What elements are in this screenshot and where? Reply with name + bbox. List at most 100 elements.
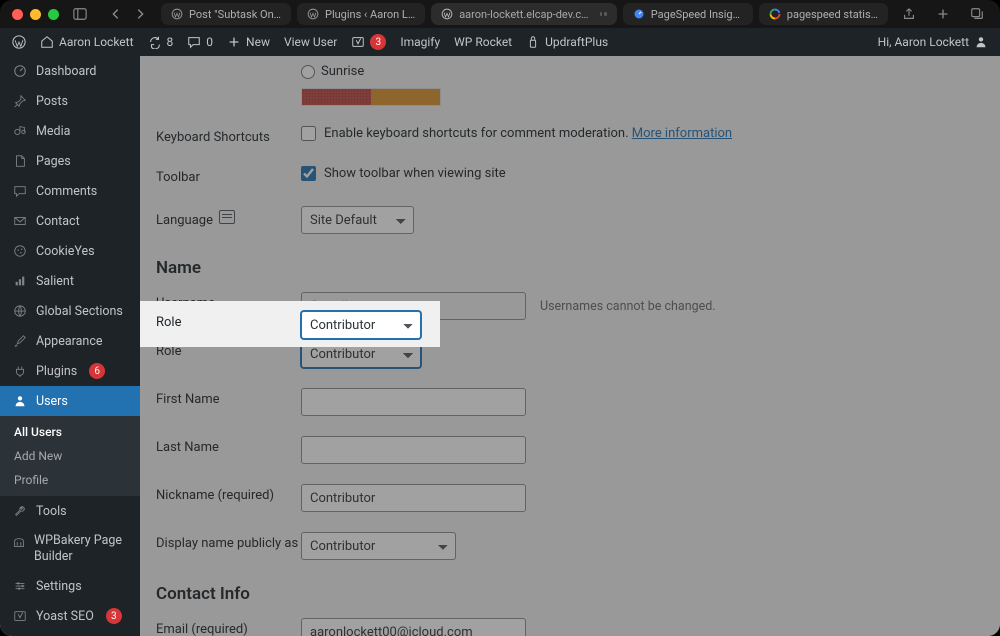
sidebar-item-wpbakery[interactable]: WPBakery Page Builder bbox=[0, 526, 140, 571]
sidebar-item-pages[interactable]: Pages bbox=[0, 146, 140, 176]
salient-icon bbox=[12, 273, 28, 289]
dashboard-icon bbox=[12, 63, 28, 79]
lastname-input[interactable] bbox=[301, 436, 526, 464]
minimize-window-icon[interactable] bbox=[30, 9, 41, 20]
browser-tab[interactable]: Post "Subtask On… bbox=[161, 3, 291, 25]
sidebar-item-media[interactable]: Media bbox=[0, 116, 140, 146]
color-scheme-radio[interactable] bbox=[301, 65, 315, 79]
role-label: Role bbox=[156, 340, 301, 359]
page-icon bbox=[12, 153, 28, 169]
sidebar-item-label: Salient bbox=[36, 274, 74, 289]
globe-icon bbox=[12, 303, 28, 319]
adminbar-howdy[interactable]: Hi, Aaron Lockett bbox=[878, 28, 988, 56]
adminbar-wprocket[interactable]: WP Rocket bbox=[454, 28, 512, 56]
toolbar-checkbox-wrap[interactable]: Show toolbar when viewing site bbox=[301, 166, 506, 181]
contact-heading: Contact Info bbox=[156, 570, 1000, 608]
admin-sidebar: Dashboard Posts Media Pages Comments Con… bbox=[0, 56, 140, 636]
sidebar-item-label: Posts bbox=[36, 94, 68, 109]
submenu-profile[interactable]: Profile bbox=[0, 468, 140, 492]
adminbar-updates[interactable]: 8 bbox=[148, 28, 174, 56]
pagespeed-favicon-icon bbox=[633, 8, 645, 20]
adminbar-wp-logo[interactable] bbox=[12, 28, 26, 56]
howdy-label: Hi, Aaron Lockett bbox=[878, 35, 969, 49]
adminbar-imagify[interactable]: Imagify bbox=[400, 28, 440, 56]
sidebar-toggle-icon[interactable] bbox=[69, 4, 91, 24]
wp-adminbar: Aaron Lockett 8 0 New View User 3 Imagif… bbox=[0, 28, 1000, 56]
cookie-icon bbox=[12, 243, 28, 259]
adminbar-comments[interactable]: 0 bbox=[187, 28, 213, 56]
browser-chrome: Post "Subtask On… Plugins ‹ Aaron L… aar… bbox=[0, 0, 1000, 28]
sidebar-item-label: Media bbox=[36, 124, 70, 139]
sidebar-item-label: WPBakery Page Builder bbox=[34, 533, 128, 564]
shortcuts-label: Keyboard Shortcuts bbox=[156, 126, 301, 145]
view-user-label: View User bbox=[284, 35, 337, 49]
toolbar-checkbox[interactable] bbox=[301, 166, 316, 181]
new-tab-icon[interactable] bbox=[932, 4, 954, 24]
toolbar-checkbox-label: Show toolbar when viewing site bbox=[324, 166, 506, 181]
username-input bbox=[301, 292, 526, 320]
sidebar-item-comments[interactable]: Comments bbox=[0, 176, 140, 206]
close-window-icon[interactable] bbox=[12, 9, 23, 20]
users-submenu: All Users Add New Profile bbox=[0, 416, 140, 496]
name-heading: Name bbox=[156, 244, 1000, 282]
sidebar-item-global[interactable]: Global Sections bbox=[0, 296, 140, 326]
sidebar-item-appearance[interactable]: Appearance bbox=[0, 326, 140, 356]
displayname-select[interactable]: Contributor bbox=[301, 532, 456, 560]
nav-forward-icon[interactable] bbox=[129, 4, 151, 24]
translate-icon bbox=[219, 210, 235, 224]
firstname-input[interactable] bbox=[301, 388, 526, 416]
sidebar-item-label: Tools bbox=[36, 504, 67, 519]
sidebar-item-tools[interactable]: Tools bbox=[0, 496, 140, 526]
comments-count: 0 bbox=[206, 35, 213, 49]
email-input[interactable] bbox=[301, 618, 526, 636]
adminbar-view-user[interactable]: View User bbox=[284, 28, 337, 56]
sidebar-item-yoast[interactable]: Yoast SEO3 bbox=[0, 601, 140, 631]
nickname-input[interactable] bbox=[301, 484, 526, 512]
sidebar-item-plugins[interactable]: Plugins6 bbox=[0, 356, 140, 386]
nav-back-icon[interactable] bbox=[105, 4, 127, 24]
wordpress-favicon-icon bbox=[307, 8, 319, 20]
wordpress-favicon-icon bbox=[441, 8, 453, 20]
sidebar-item-label: Dashboard bbox=[36, 64, 96, 79]
google-favicon-icon bbox=[769, 8, 781, 20]
adminbar-site-name[interactable]: Aaron Lockett bbox=[40, 28, 134, 56]
role-select[interactable]: Contributor bbox=[301, 340, 421, 368]
tab-overview-icon[interactable] bbox=[966, 4, 988, 24]
submenu-add-new[interactable]: Add New bbox=[0, 444, 140, 468]
browser-tab[interactable]: Plugins ‹ Aaron L… bbox=[297, 3, 425, 25]
sidebar-item-users[interactable]: Users bbox=[0, 386, 140, 416]
media-icon bbox=[12, 123, 28, 139]
adminbar-new[interactable]: New bbox=[227, 28, 270, 56]
shortcuts-checkbox[interactable] bbox=[301, 126, 316, 141]
plug-icon bbox=[12, 363, 28, 379]
more-info-link[interactable]: More information bbox=[632, 126, 732, 141]
adminbar-updraft[interactable]: UpdraftPlus bbox=[526, 28, 608, 56]
sidebar-item-dashboard[interactable]: Dashboard bbox=[0, 56, 140, 86]
traffic-lights bbox=[12, 9, 59, 20]
sidebar-item-settings[interactable]: Settings bbox=[0, 571, 140, 601]
language-select[interactable]: Site Default bbox=[301, 206, 414, 234]
bakery-icon bbox=[12, 535, 26, 551]
share-icon[interactable] bbox=[898, 4, 920, 24]
maximize-window-icon[interactable] bbox=[48, 9, 59, 20]
color-scheme-sunrise[interactable]: Sunrise bbox=[301, 64, 364, 82]
yoast-icon bbox=[12, 608, 28, 624]
browser-tab[interactable]: pagespeed statis… bbox=[759, 3, 888, 25]
sidebar-item-cookieyes[interactable]: CookieYes bbox=[0, 236, 140, 266]
yoast-update-badge: 3 bbox=[106, 608, 122, 624]
plugins-update-badge: 6 bbox=[89, 363, 105, 379]
wordpress-favicon-icon bbox=[171, 8, 183, 20]
sidebar-item-salient[interactable]: Salient bbox=[0, 266, 140, 296]
updates-count: 8 bbox=[167, 35, 174, 49]
tab-label: Plugins ‹ Aaron L… bbox=[325, 8, 415, 21]
submenu-all-users[interactable]: All Users bbox=[0, 420, 140, 444]
username-hint: Usernames cannot be changed. bbox=[540, 299, 716, 314]
sidebar-item-contact[interactable]: Contact bbox=[0, 206, 140, 236]
browser-tab[interactable]: PageSpeed Insigh… bbox=[623, 3, 753, 25]
shortcuts-checkbox-wrap[interactable]: Enable keyboard shortcuts for comment mo… bbox=[301, 126, 732, 141]
sliders-icon bbox=[12, 578, 28, 594]
adminbar-yoast[interactable]: 3 bbox=[351, 28, 386, 56]
address-bar[interactable]: aaron-lockett.elcap-dev.co.uk/wp-admin/ bbox=[431, 3, 617, 25]
mail-icon bbox=[12, 213, 28, 229]
sidebar-item-posts[interactable]: Posts bbox=[0, 86, 140, 116]
